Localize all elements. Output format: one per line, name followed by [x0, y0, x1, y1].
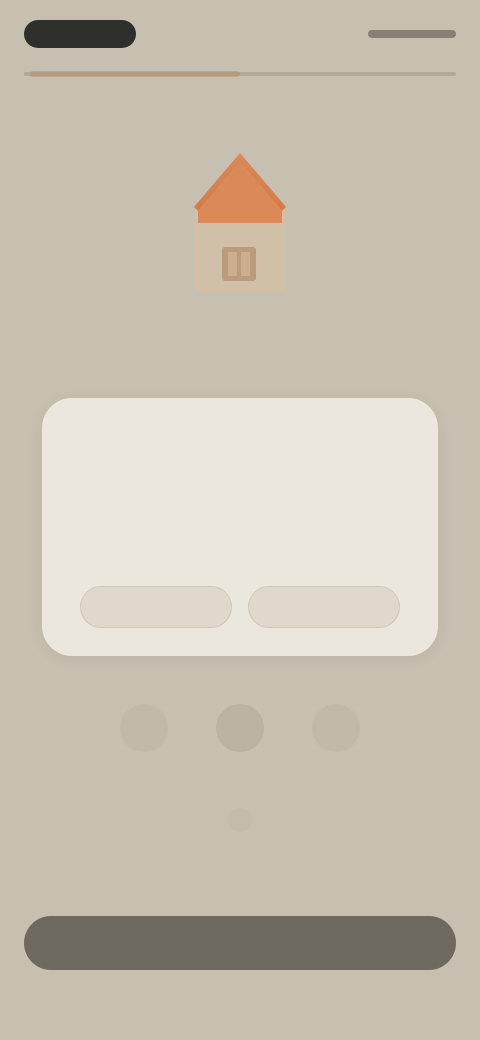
- profile-icon[interactable]: [312, 704, 360, 752]
- card-primary-button[interactable]: [80, 586, 232, 628]
- info-card: [42, 398, 438, 656]
- primary-cta-button[interactable]: [24, 916, 456, 970]
- bottom-navigation: [120, 704, 360, 768]
- center-action-icon[interactable]: [216, 704, 264, 752]
- card-title: [80, 428, 400, 476]
- top-right-action[interactable]: [368, 30, 456, 38]
- page-indicator-icon: [228, 808, 252, 832]
- card-body: [80, 496, 400, 556]
- card-secondary-button[interactable]: [248, 586, 400, 628]
- page-title: [70, 352, 410, 392]
- house-icon: [194, 153, 286, 293]
- card-actions: [80, 586, 400, 632]
- top-divider-accent: [30, 71, 240, 77]
- home-icon[interactable]: [120, 704, 168, 752]
- top-bar: [24, 10, 456, 58]
- status-pill: [24, 20, 136, 48]
